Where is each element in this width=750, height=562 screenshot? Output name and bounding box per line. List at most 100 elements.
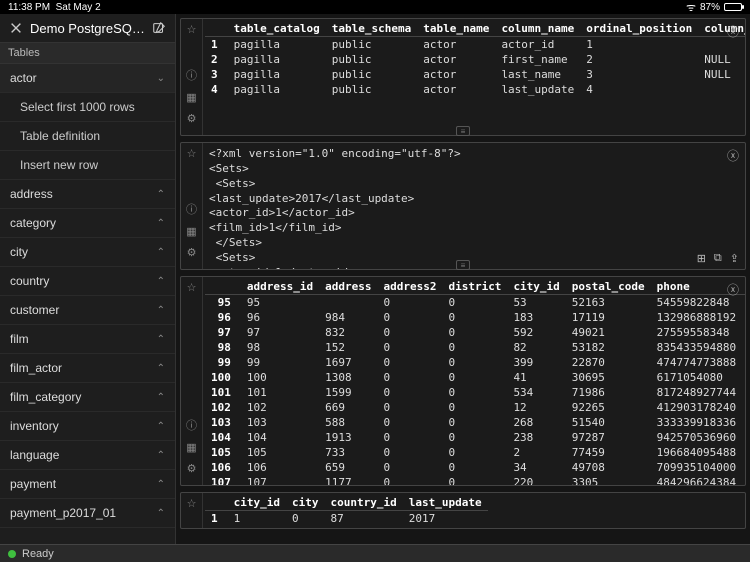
resize-handle-icon[interactable]: ≡ bbox=[456, 126, 470, 136]
star-icon[interactable]: ☆ bbox=[187, 497, 197, 510]
grid-icon[interactable]: ▦ bbox=[186, 441, 196, 454]
battery-icon bbox=[724, 3, 742, 11]
col-header: address bbox=[319, 279, 377, 295]
xml-output: <?xml version="1.0" encoding="utf-8"?> <… bbox=[205, 145, 741, 269]
col-header: city_id bbox=[228, 495, 286, 511]
add-icon[interactable]: ⊞ bbox=[697, 252, 706, 265]
sidebar-subitem[interactable]: Table definition bbox=[0, 122, 175, 151]
table-row[interactable]: 10310358800268515403333399183362017 bbox=[205, 415, 745, 430]
star-icon[interactable]: ☆ bbox=[187, 281, 197, 294]
device-status-bar: 11:38 PM Sat May 2 ᯤ 87% bbox=[0, 0, 750, 14]
sidebar-item-film[interactable]: film⌃ bbox=[0, 325, 175, 354]
resize-handle-icon[interactable]: ≡ bbox=[456, 260, 470, 270]
sidebar-item-country[interactable]: country ⌃ bbox=[0, 267, 175, 296]
sidebar-item-label: payment bbox=[10, 477, 56, 491]
sidebar-item-category[interactable]: category⌃ bbox=[0, 209, 175, 238]
chevron-up-icon: ⌃ bbox=[157, 247, 165, 258]
col-header: table_name bbox=[417, 21, 495, 37]
info-icon[interactable]: ⓘ bbox=[186, 201, 197, 217]
chevron-down-icon: ⌄ bbox=[157, 73, 165, 84]
sidebar-item-label: country bbox=[10, 274, 49, 288]
status-time: 11:38 PM bbox=[8, 2, 50, 13]
table-row[interactable]: 100100130800413069561710540802017 bbox=[205, 370, 745, 385]
sidebar-item-label: actor bbox=[10, 71, 37, 85]
sidebar-subitem[interactable]: Select first 1000 rows bbox=[0, 93, 175, 122]
sidebar-item-label: film_actor bbox=[10, 361, 62, 375]
col-header: city bbox=[286, 495, 325, 511]
table-row[interactable]: 969698400183171191329868881922017 bbox=[205, 310, 745, 325]
sidebar-section-tables[interactable]: Tables bbox=[0, 43, 175, 64]
settings-icon[interactable]: ⚙ bbox=[187, 246, 197, 259]
table-row[interactable]: 3pagillapublicactorlast_name3NULL00N bbox=[205, 67, 745, 82]
table-row[interactable]: 97978320059249021275595583482017 bbox=[205, 325, 745, 340]
grid-icon[interactable]: ▦ bbox=[186, 91, 196, 104]
grid-icon[interactable]: ▦ bbox=[186, 225, 196, 238]
sidebar-item-address[interactable]: address⌃ bbox=[0, 180, 175, 209]
sidebar-item-film_actor[interactable]: film_actor⌃ bbox=[0, 354, 175, 383]
table-row[interactable]: 110872017 bbox=[205, 511, 488, 527]
sidebar-item-city[interactable]: city ⌃ bbox=[0, 238, 175, 267]
sidebar-item-film_category[interactable]: film_category⌃ bbox=[0, 383, 175, 412]
table-row[interactable]: 2pagillapublicactorfirst_name2NULL00N bbox=[205, 52, 745, 67]
sidebar-item-payment_p2017_01[interactable]: payment_p2017_01⌃ bbox=[0, 499, 175, 528]
info-icon[interactable]: ⓘ bbox=[186, 417, 197, 433]
chevron-up-icon: ⌃ bbox=[157, 218, 165, 229]
share-icon[interactable]: ⇪ bbox=[730, 252, 739, 265]
content-area: ☆ ⓘ ▦ ⚙ ⓧ table_catalogtable_schematable… bbox=[176, 14, 750, 544]
col-header: district bbox=[442, 279, 507, 295]
wifi-icon: ᯤ bbox=[686, 0, 696, 15]
star-icon[interactable]: ☆ bbox=[187, 147, 197, 160]
panel-gutter: ☆ ⓘ ▦ ⚙ bbox=[181, 19, 203, 135]
table-row[interactable]: 104104191300238972879425705369602017 bbox=[205, 430, 745, 445]
address-table: address_idaddressaddress2districtcity_id… bbox=[205, 279, 745, 485]
sidebar-item-actor[interactable]: actor ⌄ bbox=[0, 64, 175, 93]
copy-icon[interactable]: ⧉ bbox=[714, 252, 722, 265]
chevron-up-icon: ⌃ bbox=[157, 479, 165, 490]
sidebar: Demo PostgreSQL Dat… Tables actor⌄Select… bbox=[0, 14, 176, 544]
col-header: column_name bbox=[495, 21, 580, 37]
settings-icon[interactable]: ⚙ bbox=[187, 462, 197, 475]
col-header bbox=[205, 495, 228, 511]
table-row[interactable]: 98981520082531828354335948802017 bbox=[205, 340, 745, 355]
table-row[interactable]: 1061066590034497087099351040002017 bbox=[205, 460, 745, 475]
table-row[interactable]: 105105733002774591966840954882017 bbox=[205, 445, 745, 460]
sidebar-item-payment[interactable]: payment ⌃ bbox=[0, 470, 175, 499]
star-icon[interactable]: ☆ bbox=[187, 23, 197, 36]
table-row[interactable]: 1pagillapublicactoractor_id100… bbox=[205, 37, 745, 53]
col-header: last_update bbox=[742, 279, 745, 295]
chevron-up-icon: ⌃ bbox=[157, 508, 165, 519]
close-icon[interactable] bbox=[8, 20, 24, 36]
sidebar-subitem[interactable]: Insert new row bbox=[0, 151, 175, 180]
sidebar-item-label: inventory bbox=[10, 419, 59, 433]
sidebar-item-label: customer bbox=[10, 303, 59, 317]
close-panel-icon[interactable]: ⓧ bbox=[727, 281, 739, 298]
table-row[interactable]: 10710711770022033054842966243842017 bbox=[205, 475, 745, 485]
table-row[interactable]: 9595005352163545598228482017 bbox=[205, 295, 745, 311]
settings-icon[interactable]: ⚙ bbox=[187, 112, 197, 125]
chevron-up-icon: ⌃ bbox=[157, 421, 165, 432]
chevron-up-icon: ⌃ bbox=[157, 276, 165, 287]
sidebar-table-list: actor ⌄ Select first 1000 rowsTable defini… bbox=[0, 64, 175, 544]
col-header bbox=[205, 21, 228, 37]
sidebar-item-label: city bbox=[10, 245, 28, 259]
sidebar-item-label: film_category bbox=[10, 390, 81, 404]
col-header: city_id bbox=[507, 279, 565, 295]
sidebar-item-inventory[interactable]: inventory ⌃ bbox=[0, 412, 175, 441]
close-panel-icon[interactable]: ⓧ bbox=[727, 23, 739, 40]
close-panel-icon[interactable]: ⓧ bbox=[727, 147, 739, 164]
table-row[interactable]: 1021026690012922654129031782402017 bbox=[205, 400, 745, 415]
sidebar-item-label: address bbox=[10, 187, 53, 201]
table-row[interactable]: 9999169700399228704747747738882017 bbox=[205, 355, 745, 370]
sidebar-item-customer[interactable]: customer⌃ bbox=[0, 296, 175, 325]
status-text: Ready bbox=[22, 548, 54, 560]
compose-icon[interactable] bbox=[151, 20, 167, 36]
col-header: postal_code bbox=[566, 279, 651, 295]
table-row[interactable]: 4pagillapublicactorlast_update400N bbox=[205, 82, 745, 97]
sidebar-item-language[interactable]: language⌃ bbox=[0, 441, 175, 470]
col-header bbox=[205, 279, 241, 295]
columns-table: table_catalogtable_schematable_namecolum… bbox=[205, 21, 745, 97]
info-icon[interactable]: ⓘ bbox=[186, 67, 197, 83]
col-header: address_id bbox=[241, 279, 319, 295]
table-row[interactable]: 101101159900534719868172489277442017 bbox=[205, 385, 745, 400]
panel-gutter: ☆ ⓘ ▦ ⚙ bbox=[181, 277, 203, 485]
